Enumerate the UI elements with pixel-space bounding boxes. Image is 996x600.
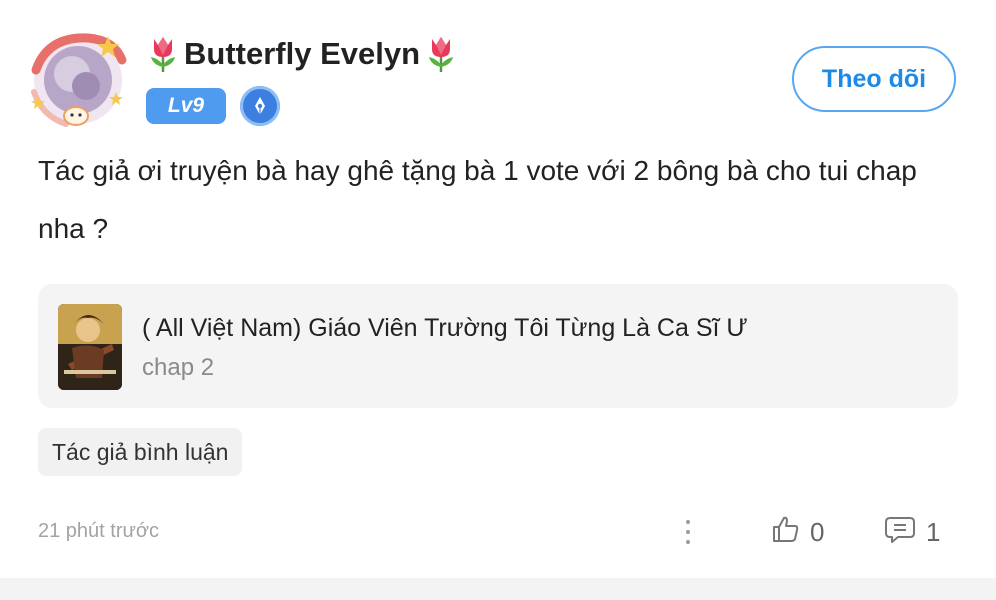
timestamp: 21 phút trước (38, 520, 160, 542)
author-comment-tag: Tác giả bình luận (38, 428, 243, 476)
user-badges: Lv9 (146, 86, 280, 126)
pen-badge-icon (240, 86, 280, 126)
story-card[interactable]: ( All Việt Nam) Giáo Viên Trường Tôi Từn… (38, 284, 958, 408)
story-cover-image (58, 304, 122, 390)
more-vertical-icon[interactable] (682, 516, 694, 548)
thumbs-up-icon (770, 514, 800, 551)
separator-band (0, 578, 996, 600)
like-count: 0 (810, 517, 825, 547)
user-name-row[interactable]: Butterfly Evelyn (148, 32, 456, 76)
comment-card: Butterfly Evelyn Lv9 Theo dõi Tác giả ơi… (0, 0, 996, 578)
tulip-icon (426, 35, 456, 73)
story-chapter: chap 2 (142, 354, 215, 381)
user-name[interactable]: Butterfly Evelyn (184, 36, 420, 72)
like-button[interactable]: 0 (770, 514, 824, 551)
comment-text: Tác giả ơi truyện bà hay ghê tặng bà 1 v… (38, 155, 917, 244)
tulip-icon (148, 35, 178, 73)
comment-bubble-icon (884, 514, 916, 551)
follow-button[interactable]: Theo dõi (792, 46, 956, 112)
reply-count: 1 (926, 517, 941, 547)
story-title[interactable]: ( All Việt Nam) Giáo Viên Trường Tôi Từn… (142, 314, 748, 343)
avatar[interactable] (28, 30, 128, 130)
reply-button[interactable]: 1 (884, 514, 940, 551)
level-badge: Lv9 (146, 88, 226, 124)
